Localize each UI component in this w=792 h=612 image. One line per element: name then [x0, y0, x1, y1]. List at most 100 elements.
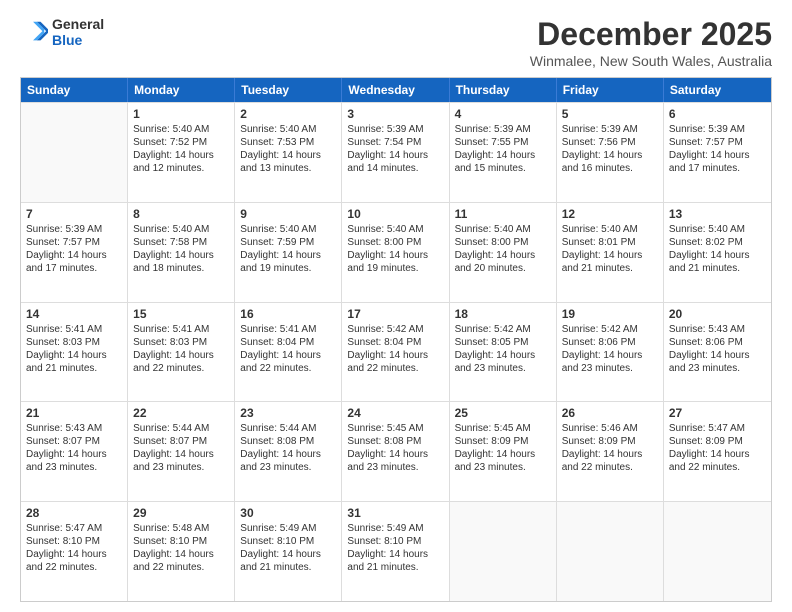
calendar-cell: 8Sunrise: 5:40 AMSunset: 7:58 PMDaylight…: [128, 203, 235, 302]
calendar-cell: 19Sunrise: 5:42 AMSunset: 8:06 PMDayligh…: [557, 303, 664, 402]
cell-line: Sunrise: 5:39 AM: [26, 223, 122, 236]
calendar-header-cell: Tuesday: [235, 78, 342, 102]
calendar-cell: 7 Sunrise: 5:39 AMSunset: 7:57 PMDaylight…: [21, 203, 128, 302]
cell-line: Daylight: 14 hours: [26, 548, 122, 561]
cell-line: Sunrise: 5:41 AM: [240, 323, 336, 336]
cell-line: Sunset: 7:53 PM: [240, 136, 336, 149]
cell-line: Sunset: 7:54 PM: [347, 136, 443, 149]
day-number: 18: [455, 307, 551, 321]
cell-line: Sunset: 8:02 PM: [669, 236, 766, 249]
day-number: 29: [133, 506, 229, 520]
cell-line: Sunset: 8:03 PM: [26, 336, 122, 349]
cell-line: Daylight: 14 hours: [133, 548, 229, 561]
day-number: 25: [455, 406, 551, 420]
calendar-cell: 15Sunrise: 5:41 AMSunset: 8:03 PMDayligh…: [128, 303, 235, 402]
calendar-row: 21Sunrise: 5:43 AMSunset: 8:07 PMDayligh…: [21, 401, 771, 501]
cell-line: Daylight: 14 hours: [347, 249, 443, 262]
cell-line: Daylight: 14 hours: [240, 548, 336, 561]
cell-line: Sunset: 7:55 PM: [455, 136, 551, 149]
calendar-cell: 22Sunrise: 5:44 AMSunset: 8:07 PMDayligh…: [128, 402, 235, 501]
calendar-cell: 16Sunrise: 5:41 AMSunset: 8:04 PMDayligh…: [235, 303, 342, 402]
day-number: 17: [347, 307, 443, 321]
cell-line: Sunset: 8:06 PM: [562, 336, 658, 349]
cell-line: Sunset: 8:00 PM: [455, 236, 551, 249]
calendar-cell: 3Sunrise: 5:39 AMSunset: 7:54 PMDaylight…: [342, 103, 449, 202]
cell-line: Sunset: 8:09 PM: [669, 435, 766, 448]
day-number: 27: [669, 406, 766, 420]
cell-line: Sunset: 7:52 PM: [133, 136, 229, 149]
calendar-cell: 2Sunrise: 5:40 AMSunset: 7:53 PMDaylight…: [235, 103, 342, 202]
cell-line: Daylight: 14 hours: [133, 249, 229, 262]
cell-line: Sunset: 8:08 PM: [347, 435, 443, 448]
cell-line: Sunset: 7:59 PM: [240, 236, 336, 249]
calendar-cell: 10Sunrise: 5:40 AMSunset: 8:00 PMDayligh…: [342, 203, 449, 302]
cell-line: Sunset: 8:07 PM: [133, 435, 229, 448]
cell-line: Sunset: 8:07 PM: [26, 435, 122, 448]
day-number: 14: [26, 307, 122, 321]
calendar-cell: 25Sunrise: 5:45 AMSunset: 8:09 PMDayligh…: [450, 402, 557, 501]
cell-line: Sunset: 8:06 PM: [669, 336, 766, 349]
calendar-cell: 14Sunrise: 5:41 AMSunset: 8:03 PMDayligh…: [21, 303, 128, 402]
cell-line: and 15 minutes.: [455, 162, 551, 175]
cell-line: Daylight: 14 hours: [455, 249, 551, 262]
day-number: 10: [347, 207, 443, 221]
day-number: 11: [455, 207, 551, 221]
cell-line: and 23 minutes.: [455, 362, 551, 375]
calendar-body: 1Sunrise: 5:40 AMSunset: 7:52 PMDaylight…: [21, 102, 771, 601]
cell-line: Sunset: 7:57 PM: [26, 236, 122, 249]
day-number: 21: [26, 406, 122, 420]
calendar-cell: 28Sunrise: 5:47 AMSunset: 8:10 PMDayligh…: [21, 502, 128, 601]
subtitle: Winmalee, New South Wales, Australia: [530, 53, 772, 69]
cell-line: Sunset: 8:01 PM: [562, 236, 658, 249]
cell-line: Daylight: 14 hours: [133, 448, 229, 461]
calendar-cell: 18Sunrise: 5:42 AMSunset: 8:05 PMDayligh…: [450, 303, 557, 402]
cell-line: Sunrise: 5:40 AM: [562, 223, 658, 236]
cell-line: and 21 minutes.: [26, 362, 122, 375]
cell-line: Daylight: 14 hours: [347, 349, 443, 362]
cell-line: and 21 minutes.: [562, 262, 658, 275]
page: General Blue December 2025 Winmalee, New…: [0, 0, 792, 612]
calendar-cell: 4Sunrise: 5:39 AMSunset: 7:55 PMDaylight…: [450, 103, 557, 202]
calendar-row: 14 Sunrise: 5:41 AM Sunset: 8:03 PM Dayligh…: [21, 302, 771, 402]
cell-line: and 21 minutes.: [669, 262, 766, 275]
cell-line: Sunset: 8:09 PM: [562, 435, 658, 448]
calendar-cell: 13Sunrise: 5:40 AMSunset: 8:02 PMDayligh…: [664, 203, 771, 302]
cell-line: and 22 minutes.: [562, 461, 658, 474]
title-block: December 2025 Winmalee, New South Wales,…: [530, 16, 772, 69]
cell-line: Sunrise: 5:39 AM: [347, 123, 443, 136]
cell-line: and 22 minutes.: [26, 561, 122, 574]
calendar: SundayMondayTuesdayWednesdayThursdayFrid…: [20, 77, 772, 602]
cell-line: Sunrise: 5:40 AM: [240, 123, 336, 136]
cell-line: Daylight: 14 hours: [26, 249, 122, 262]
cell-line: Daylight: 14 hours: [562, 448, 658, 461]
cell-line: Sunset: 8:00 PM: [347, 236, 443, 249]
cell-line: Sunset: 8:04 PM: [240, 336, 336, 349]
calendar-cell: 12Sunrise: 5:40 AMSunset: 8:01 PMDayligh…: [557, 203, 664, 302]
calendar-cell: [21, 103, 128, 202]
calendar-cell: 29Sunrise: 5:48 AMSunset: 8:10 PMDayligh…: [128, 502, 235, 601]
cell-line: Daylight: 14 hours: [562, 149, 658, 162]
cell-line: and 19 minutes.: [240, 262, 336, 275]
calendar-cell: 30Sunrise: 5:49 AMSunset: 8:10 PMDayligh…: [235, 502, 342, 601]
cell-line: and 18 minutes.: [133, 262, 229, 275]
cell-line: Sunrise: 5:42 AM: [455, 323, 551, 336]
cell-line: Sunrise: 5:46 AM: [562, 422, 658, 435]
cell-line: Sunset: 8:03 PM: [133, 336, 229, 349]
calendar-cell: 5Sunrise: 5:39 AMSunset: 7:56 PMDaylight…: [557, 103, 664, 202]
cell-line: Daylight: 14 hours: [347, 149, 443, 162]
day-number: 7: [26, 207, 122, 221]
day-number: 9: [240, 207, 336, 221]
cell-line: Sunset: 7:57 PM: [669, 136, 766, 149]
cell-line: and 21 minutes.: [347, 561, 443, 574]
cell-line: Sunrise: 5:43 AM: [26, 422, 122, 435]
day-number: 28: [26, 506, 122, 520]
calendar-cell: 23Sunrise: 5:44 AMSunset: 8:08 PMDayligh…: [235, 402, 342, 501]
day-number: 22: [133, 406, 229, 420]
cell-line: Sunrise: 5:42 AM: [562, 323, 658, 336]
cell-line: Sunrise: 5:40 AM: [240, 223, 336, 236]
cell-line: and 23 minutes.: [133, 461, 229, 474]
cell-line: and 19 minutes.: [347, 262, 443, 275]
cell-line: Sunrise: 5:48 AM: [133, 522, 229, 535]
cell-line: Sunrise: 5:40 AM: [133, 123, 229, 136]
day-number: 23: [240, 406, 336, 420]
